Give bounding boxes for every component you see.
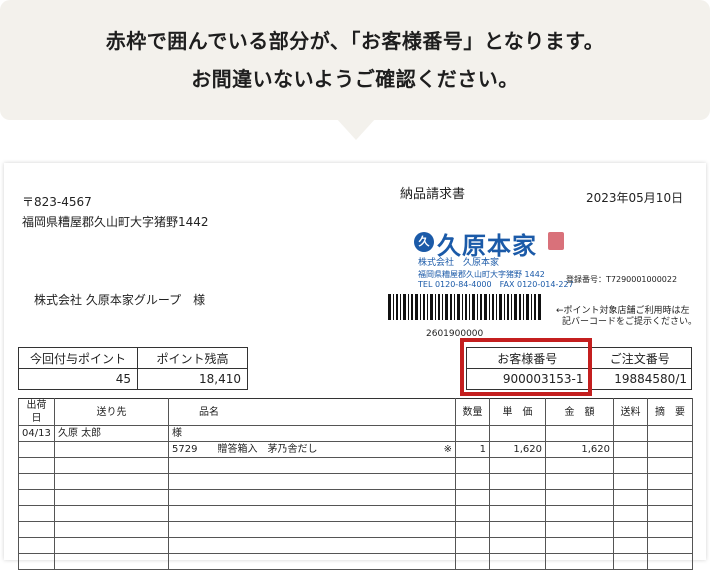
registration-number: 登録番号：T7290001000022 — [566, 275, 678, 284]
header-unit-price: 単 価 — [489, 398, 546, 426]
order-number-label: ご注文番号 — [587, 347, 692, 369]
product-mark: ※ — [443, 444, 452, 455]
company-name: 株式会社 久原本家 — [418, 258, 500, 268]
company-tel-fax: TEL 0120-84-4000 FAX 0120-014-227 — [418, 280, 574, 289]
document-date: 2023年05月10日 — [586, 191, 684, 205]
company-address: 福岡県糟屋郡久山町大字猪野 1442 — [418, 270, 545, 279]
table-row — [18, 457, 693, 474]
header-destination: 送り先 — [54, 398, 169, 426]
instruction-line-2: お間違いないようご確認ください。 — [191, 67, 519, 91]
barcode-note-line-1: ←ポイント対象店舗ご利用時は左 — [556, 306, 690, 316]
customer-number-highlight — [460, 338, 592, 396]
row-quantity: 1 — [455, 441, 490, 458]
points-granted-label: 今回付与ポイント — [17, 347, 139, 369]
company-logo-text: 久原本家 — [437, 231, 537, 260]
header-ship-date: 出荷日 — [18, 398, 55, 426]
table-row — [18, 505, 693, 522]
items-table: 出荷日 送り先 品名 数量 単 価 金 額 送料 摘 要 04/13 久原 太郎… — [18, 398, 693, 570]
header-quantity: 数量 — [455, 398, 490, 426]
row-product-detail: 5729 贈答箱入 茅乃舎だし ※ — [168, 441, 456, 458]
barcode-icon — [388, 294, 541, 320]
header-remarks: 摘 要 — [647, 398, 693, 426]
product-name: 5729 贈答箱入 茅乃舎だし — [172, 444, 318, 455]
instruction-line-1: 赤枠で囲んでいる部分が、「お客様番号」となります。 — [105, 29, 605, 53]
order-number-value: 19884580/1 — [587, 368, 692, 390]
postal-code: 〒823-4567 — [22, 195, 92, 209]
points-balance-label: ポイント残高 — [137, 347, 248, 369]
points-balance-value: 18,410 — [137, 368, 248, 390]
points-table: 今回付与ポイント ポイント残高 45 18,410 — [17, 347, 248, 390]
company-logo-icon: 久 — [414, 232, 434, 252]
address: 福岡県糟屋郡久山町大字猪野1442 — [22, 215, 209, 229]
table-row — [18, 553, 693, 570]
table-row — [18, 473, 693, 490]
table-row — [18, 537, 693, 554]
table-row — [18, 489, 693, 506]
row-destination: 久原 太郎 — [54, 425, 169, 442]
row-ship-date: 04/13 — [18, 425, 55, 442]
row-product: 様 — [168, 425, 456, 442]
header-product: 品名 — [168, 398, 456, 426]
items-header-row: 出荷日 送り先 品名 数量 単 価 金 額 送料 摘 要 — [18, 398, 693, 426]
row-amount: 1,620 — [545, 441, 614, 458]
table-row: 5729 贈答箱入 茅乃舎だし ※ 1 1,620 1,620 — [18, 441, 693, 458]
row-unit-price: 1,620 — [489, 441, 546, 458]
seal-stamp-icon — [548, 232, 564, 250]
points-granted-value: 45 — [17, 368, 139, 390]
header-shipping: 送料 — [613, 398, 648, 426]
table-row: 04/13 久原 太郎 様 — [18, 425, 693, 442]
barcode-note-line-2: 記バーコードをご提示ください。 — [562, 317, 698, 327]
table-row — [18, 521, 693, 538]
bubble-tail — [336, 118, 376, 140]
document-title: 納品請求書 — [400, 187, 466, 202]
header-amount: 金 額 — [545, 398, 614, 426]
instruction-text: 赤枠で囲んでいる部分が、「お客様番号」となります。 お間違いないようご確認くださ… — [0, 22, 710, 98]
recipient-name: 株式会社 久原本家グループ 様 — [34, 293, 206, 307]
